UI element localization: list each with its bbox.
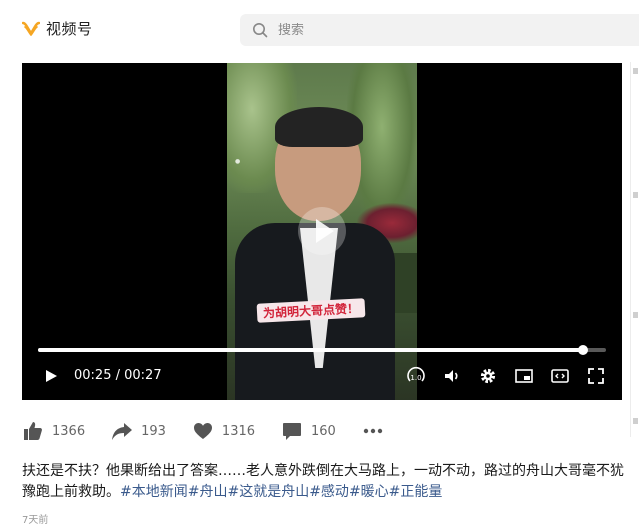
play-icon[interactable] (44, 369, 58, 383)
share-icon (112, 423, 133, 440)
fullscreen-icon (588, 368, 604, 384)
action-bar: 1366 193 1316 160 (22, 418, 410, 444)
comment-icon (283, 423, 302, 440)
hashtag-link[interactable]: #本地新闻 (120, 484, 188, 500)
gear-icon (480, 368, 496, 384)
post-date: 7天前 (22, 515, 49, 526)
more-icon (363, 428, 383, 434)
svg-text:1.0: 1.0 (410, 374, 421, 382)
favorite-count: 1316 (221, 423, 256, 439)
time-separator: / (111, 368, 125, 383)
hashtag-link[interactable]: #这就是舟山 (227, 484, 309, 500)
top-bar: 视频号 (0, 0, 639, 58)
speed-icon: 1.0 (407, 366, 425, 382)
right-panel-edge (630, 62, 639, 437)
playback-speed-button[interactable]: 1.0 (406, 366, 426, 386)
favorite-button[interactable]: 1316 (192, 420, 255, 442)
hashtag-link[interactable]: #暖心 (349, 484, 389, 500)
picture-in-picture-icon (515, 369, 533, 383)
video-player[interactable]: ● 为胡明大哥点赞！ 00:25 / 00:27 1.0 (22, 63, 622, 400)
post-description: 扶还是不扶？他果断给出了答案……老人意外跌倒在大马路上，一动不动，路过的舟山大哥… (22, 461, 627, 503)
video-watermark: ● (235, 158, 241, 165)
share-button[interactable]: 193 (111, 420, 166, 442)
search-input[interactable] (278, 22, 578, 38)
app-title: 视频号 (46, 20, 93, 38)
comment-button[interactable]: 160 (281, 420, 336, 442)
settings-button[interactable] (478, 366, 498, 386)
channels-logo-icon (22, 21, 40, 36)
progress-handle[interactable] (578, 345, 589, 355)
comment-count: 160 (311, 423, 336, 439)
share-count: 193 (141, 423, 166, 439)
heart-icon (193, 423, 212, 439)
theater-mode-icon (551, 369, 569, 383)
search-bar[interactable] (240, 14, 639, 46)
hashtag-link[interactable]: #感动 (309, 484, 349, 500)
hashtag-link[interactable]: #舟山 (188, 484, 228, 500)
volume-button[interactable] (442, 366, 462, 386)
time-current: 00:25 (74, 368, 112, 383)
theater-mode-button[interactable] (550, 366, 570, 386)
brand[interactable]: 视频号 (22, 18, 93, 39)
like-button[interactable]: 1366 (22, 420, 85, 442)
hashtag-link[interactable]: #正能量 (389, 484, 443, 500)
fullscreen-button[interactable] (586, 366, 606, 386)
more-button[interactable] (362, 420, 384, 442)
volume-icon (445, 370, 458, 382)
center-play-button[interactable] (298, 207, 346, 255)
thumbs-up-icon (24, 422, 42, 440)
time-display: 00:25 / 00:27 (74, 368, 162, 383)
progress-bar[interactable] (38, 345, 606, 355)
like-count: 1366 (52, 423, 86, 439)
time-total: 00:27 (124, 368, 162, 383)
progress-fill (38, 348, 584, 352)
search-icon (253, 23, 268, 38)
mini-player-button[interactable] (514, 366, 534, 386)
